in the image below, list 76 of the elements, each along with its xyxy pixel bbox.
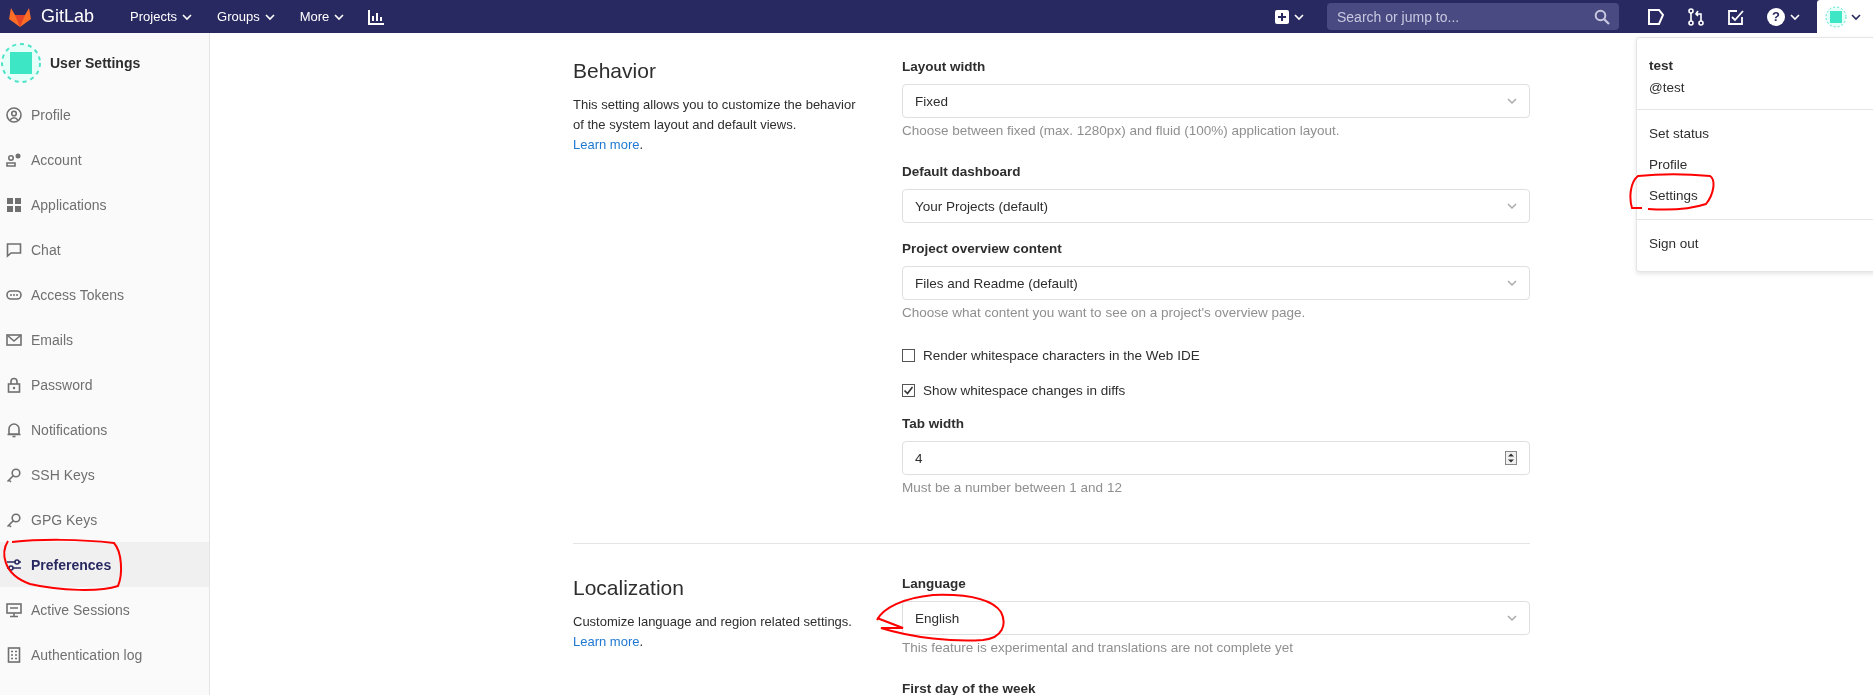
sidebar-item[interactable]: Notifications [0, 407, 209, 452]
sidebar-item-icon [6, 601, 22, 618]
brand-name[interactable]: GitLab [41, 6, 95, 27]
section-description: Customize language and region related settings. Learn more. [573, 613, 853, 651]
sidebar-item[interactable]: GPG Keys [0, 497, 209, 542]
menu-item[interactable]: Set status [1637, 118, 1873, 149]
field-label: Project overview content [902, 241, 1063, 256]
sidebar-item[interactable]: SSH Keys [0, 452, 209, 497]
sidebar-item[interactable]: Authentication log [0, 632, 209, 677]
checkbox[interactable] [902, 384, 915, 397]
select-field[interactable]: Your Projects (default) [902, 189, 1530, 223]
section-title: Localization [573, 576, 685, 600]
nav-menu-button[interactable]: More [291, 5, 354, 28]
sidebar-item-icon [6, 331, 22, 348]
field-label: Layout width [902, 59, 987, 74]
sidebar-item-icon [6, 241, 22, 258]
sidebar-item[interactable]: Preferences [0, 542, 209, 587]
sidebar-item-icon [6, 106, 22, 123]
search-icon [1594, 9, 1610, 25]
select-field[interactable]: Files and Readme (default) [902, 266, 1530, 300]
chevron-icon [1507, 614, 1517, 622]
sidebar-item-icon [6, 421, 22, 438]
user-handle: @test [1649, 80, 1686, 95]
help-icon: ? [1767, 7, 1785, 26]
document-icon [1647, 7, 1665, 26]
menu-item[interactable]: Sign out [1637, 228, 1873, 259]
section-title: Behavior [573, 59, 657, 83]
sidebar-item-icon [6, 151, 22, 168]
sidebar-item-icon [6, 466, 22, 483]
menu-item[interactable]: Profile [1637, 149, 1873, 180]
checkbox-label: Show whitespace changes in diffs [923, 383, 1126, 398]
field-label: Language [902, 576, 967, 591]
sidebar-item[interactable]: Access Tokens [0, 272, 209, 317]
help-text: Must be a number between 1 and 12 [902, 480, 1123, 495]
user-name: test [1649, 58, 1674, 73]
merge-request-icon [1687, 7, 1705, 26]
sidebar-item[interactable]: Profile [0, 92, 209, 137]
sidebar-item[interactable]: Password [0, 362, 209, 407]
sidebar-item[interactable]: Applications [0, 182, 209, 227]
sidebar-title: User Settings [50, 54, 141, 71]
checkbox-tick-icon [1727, 7, 1745, 26]
sidebar-item[interactable]: Account [0, 137, 209, 182]
avatar-icon [1, 42, 41, 83]
bar-chart-icon[interactable] [367, 8, 386, 25]
field-label: Tab width [902, 416, 965, 431]
chevron-icon [1507, 202, 1517, 210]
select-field[interactable]: English [902, 601, 1530, 635]
menu-item[interactable]: Settings [1637, 180, 1873, 211]
checkbox-label: Render whitespace characters in the Web IDE [923, 348, 1200, 363]
chevron-icon [1507, 279, 1517, 287]
sidebar-item-icon [6, 556, 22, 573]
help-text: Choose what content you want to see on a project's overview page. [902, 305, 1307, 320]
help-text: This feature is experimental and translations are not complete yet [902, 640, 1294, 655]
sidebar-item-icon [6, 376, 22, 393]
help-text: Choose between fixed (max. 1280px) and fluid (100%) application layout. [902, 123, 1341, 138]
sidebar-item[interactable]: Chat [0, 227, 209, 272]
chevron-icon [1507, 97, 1517, 105]
sidebar-item-icon [6, 511, 22, 528]
spinner-icon[interactable] [1505, 451, 1517, 465]
sidebar-item[interactable]: Active Sessions [0, 587, 209, 632]
select-field[interactable]: Fixed [902, 84, 1530, 118]
number-field[interactable]: 4 [902, 441, 1530, 475]
sidebar-item[interactable]: Emails [0, 317, 209, 362]
checkbox[interactable] [902, 349, 915, 362]
field-label: First day of the week [902, 681, 1037, 695]
nav-menu-button[interactable]: Projects [122, 5, 201, 28]
field-label: Default dashboard [902, 164, 1022, 179]
sidebar-item-icon [6, 196, 22, 213]
help-menu-button[interactable]: ? [1761, 3, 1807, 30]
search-field[interactable]: Search or jump to... [1327, 3, 1619, 30]
nav-menu-button[interactable]: Groups [209, 5, 284, 28]
sidebar-item-icon [6, 646, 22, 663]
checkmark-icon [903, 385, 914, 396]
plus-icon [1275, 9, 1289, 24]
avatar-icon [1825, 5, 1847, 28]
section-description: This setting allows you to customize the behavior of the system layout and default views. Learn more. [573, 96, 857, 154]
